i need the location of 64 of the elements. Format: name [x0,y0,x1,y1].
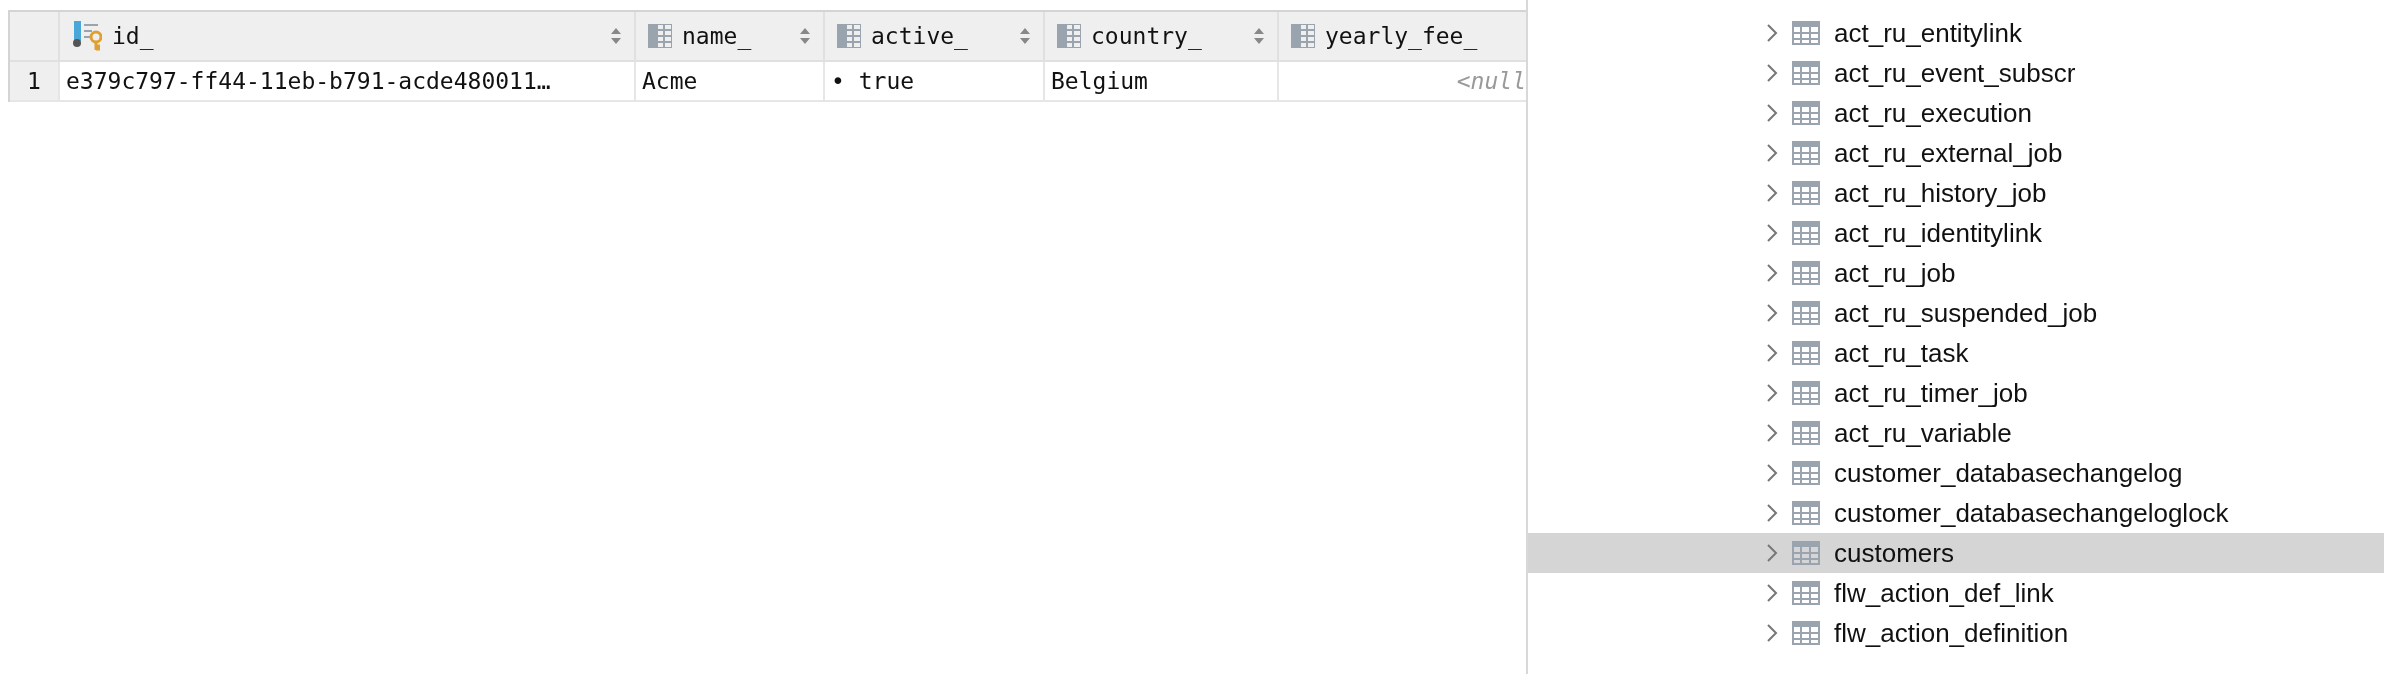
chevron-icon [1766,23,1778,43]
tree-item[interactable]: act_ru_history_job [1528,173,2384,213]
chevron-icon [1766,103,1778,123]
column-header[interactable]: id_ [60,12,636,62]
chevron-icon [1766,63,1778,83]
table-icon [1792,621,1820,645]
tree-item[interactable]: customers [1528,533,2384,573]
row-number: 1 [10,62,60,102]
table-cell: • true [825,62,1045,102]
tree-item[interactable]: flw_action_definition [1528,613,2384,653]
tree-item[interactable]: act_ru_event_subscr [1528,53,2384,93]
tree-item[interactable]: customer_databasechangelog [1528,453,2384,493]
table-icon [1792,381,1820,405]
table-icon [1792,581,1820,605]
tree-item[interactable]: act_ru_external_job [1528,133,2384,173]
table-icon [1792,301,1820,325]
table-icon [1792,21,1820,45]
table-icon [1792,61,1820,85]
tree-item[interactable]: act_ru_timer_job [1528,373,2384,413]
chevron-icon [1766,463,1778,483]
chevron-icon [1766,343,1778,363]
tree-item[interactable]: act_ru_suspended_job [1528,293,2384,333]
chevron-icon [1766,143,1778,163]
table-column-icon [648,24,672,48]
table-icon [1792,501,1820,525]
tree-item[interactable]: act_ru_job [1528,253,2384,293]
tree-item[interactable]: act_ru_task [1528,333,2384,373]
tree-item[interactable]: customer_databasechangeloglock [1528,493,2384,533]
chevron-icon [1766,223,1778,243]
table-column-icon [1057,24,1081,48]
table-icon [1792,461,1820,485]
column-header[interactable]: active_ [825,12,1045,62]
null-value: <null [1279,62,1526,102]
tree-item[interactable]: act_ru_entitylink [1528,13,2384,53]
column-header[interactable]: yearly_fee_ [1279,12,1526,62]
chevron-icon [1766,303,1778,323]
table-cell: Acme [636,62,825,102]
table-icon [1792,341,1820,365]
table-icon [1792,261,1820,285]
table-icon [1792,221,1820,245]
table-icon [1792,541,1820,565]
table-icon [1792,101,1820,125]
chevron-icon [1766,183,1778,203]
tree-item[interactable]: act_ru_identitylink [1528,213,2384,253]
tree-item[interactable]: act_ru_execution [1528,93,2384,133]
chevron-icon [1766,263,1778,283]
chevron-icon [1766,583,1778,603]
table-icon [1792,181,1820,205]
table-cell: Belgium [1045,62,1279,102]
chevron-icon [1766,423,1778,443]
tree-item[interactable]: act_ru_variable [1528,413,2384,453]
table-cell: e379c797-ff44-11eb-b791-acde480011… [60,62,636,102]
table-icon [1792,141,1820,165]
chevron-icon [1766,503,1778,523]
tree-item[interactable]: flw_action_def_link [1528,573,2384,613]
table-column-icon [837,24,861,48]
table-icon [1792,421,1820,445]
chevron-icon [1766,543,1778,563]
chevron-icon [1766,623,1778,643]
table-column-icon [1291,24,1315,48]
column-header[interactable]: country_ [1045,12,1279,62]
chevron-icon [1766,383,1778,403]
column-header[interactable]: name_ [636,12,825,62]
key-column-icon [72,21,102,51]
